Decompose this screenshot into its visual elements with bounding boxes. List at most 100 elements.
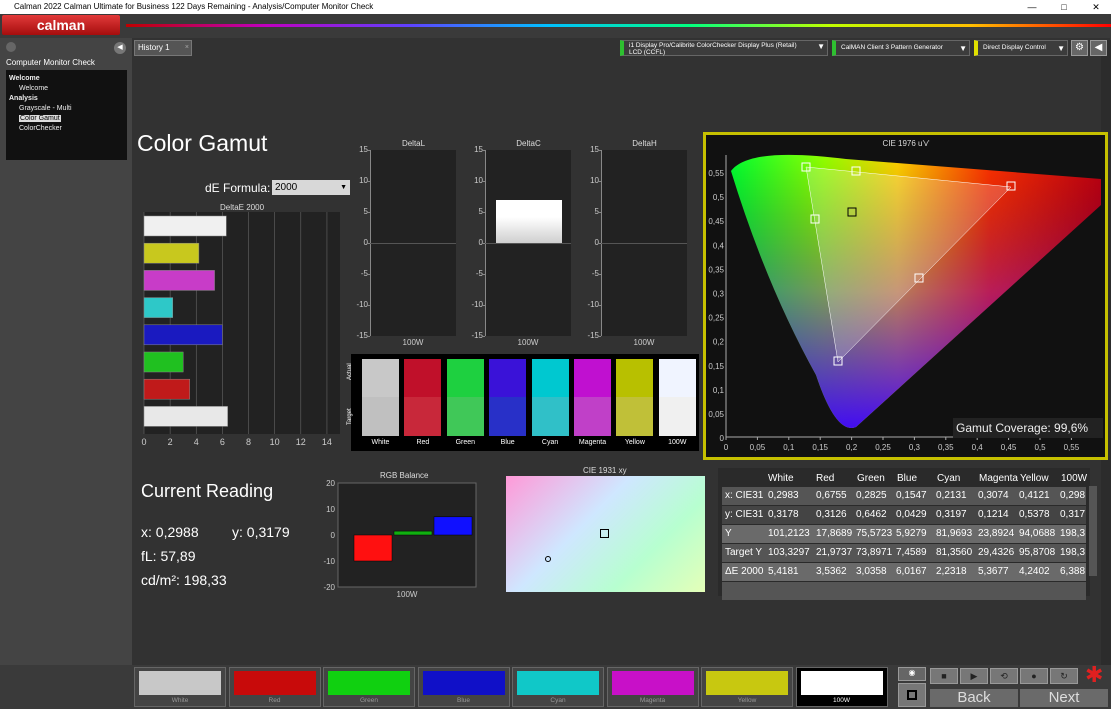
table-cell: 0,3126 <box>816 509 847 520</box>
table-row: ΔE 2000 5,4181 3,5362 3,0358 6,0167 2,2318 5,3… <box>722 563 1086 581</box>
patch-label: Green <box>359 697 379 704</box>
measured-point-marker <box>545 556 551 562</box>
play-icon[interactable]: ▶ <box>960 668 988 684</box>
table-cell: 95,8708 <box>1019 547 1056 558</box>
calman-logo[interactable]: calman <box>2 15 120 35</box>
table-header: Red <box>816 473 835 484</box>
patch-button-yellow[interactable]: Yellow <box>701 667 793 707</box>
asterisk-icon[interactable]: ✱ <box>1085 662 1103 688</box>
table-header: Green <box>857 473 885 484</box>
ytick <box>598 336 601 337</box>
zero-line <box>370 243 456 244</box>
ytick-label: 0,2 <box>713 338 725 347</box>
table-cell: 0,1214 <box>978 509 1009 520</box>
ytick <box>598 274 601 275</box>
ytick-label: -10 <box>323 557 335 566</box>
ytick <box>598 305 601 306</box>
chevron-down-icon: ▼ <box>959 44 967 53</box>
minimize-button[interactable]: — <box>1018 0 1046 14</box>
table-cell: 0,5378 <box>1019 509 1050 520</box>
patch-label: Cyan <box>550 697 566 704</box>
stop-read-icon[interactable]: ■ <box>930 668 958 684</box>
table-cell: 103,3297 <box>768 547 810 558</box>
table-row: Target Y 103,3297 21,9737 73,8971 7,4589 81,3… <box>722 544 1086 562</box>
swatch-actual-1 <box>404 359 442 397</box>
swatch-label: Green <box>455 439 476 446</box>
row-label: Target Y <box>725 547 763 558</box>
table-cell: 3,0358 <box>856 566 887 577</box>
display-selector[interactable]: Direct Display Control ▼ <box>974 40 1068 56</box>
generator-selector[interactable]: CalMAN Client 3 Pattern Generator ▼ <box>832 40 970 56</box>
xtick-label: 0,15 <box>812 443 828 452</box>
close-button[interactable]: ✕ <box>1082 0 1110 14</box>
collapse-panel-icon[interactable]: ◀ <box>1090 40 1107 56</box>
swatch-target-1 <box>404 397 442 436</box>
reading-fl: fL: 57,89 <box>141 548 196 564</box>
table-cell: 198,3 <box>1060 528 1086 539</box>
de-formula-select[interactable]: 2000 ▼ <box>272 180 350 195</box>
stop-button[interactable] <box>898 683 926 707</box>
xtick-label: 0,2 <box>846 443 858 452</box>
tree-item-color-gamut[interactable]: Color Gamut <box>19 115 61 122</box>
tab-history-1[interactable]: History 1 × <box>134 40 192 56</box>
patch-button-white[interactable]: White <box>134 667 226 707</box>
bar-blue <box>433 516 473 536</box>
table-cell: 0,4121 <box>1019 490 1050 501</box>
mini-chart-title: DeltaC <box>516 139 541 148</box>
patch-button-100w[interactable]: 100W <box>795 667 888 707</box>
collapse-sidebar-icon[interactable]: ◀ <box>114 42 126 54</box>
xtick-label: 0,35 <box>938 443 954 452</box>
patch-button-green[interactable]: Green <box>323 667 415 707</box>
refresh-icon[interactable]: ↻ <box>1050 668 1078 684</box>
ytick <box>367 305 370 306</box>
patch-button-magenta[interactable]: Magenta <box>606 667 699 707</box>
table-cell: 4,2402 <box>1019 566 1050 577</box>
logo-text: calman <box>36 17 86 33</box>
xtick-label: 8 <box>246 437 251 447</box>
xtick-label: 0,25 <box>875 443 891 452</box>
tree-item-grayscale[interactable]: Grayscale - Multi <box>9 104 124 114</box>
tab-close-icon[interactable]: × <box>185 41 189 55</box>
meter-selector[interactable]: i1 Display Pro/Calibrite ColorChecker Di… <box>620 40 828 56</box>
table-cell: 198,3 <box>1060 547 1086 558</box>
tree-item-colorchecker[interactable]: ColorChecker <box>9 124 124 134</box>
table-horizontal-scrollbar[interactable] <box>722 586 1086 595</box>
swatch-label: Blue <box>500 439 515 446</box>
ytick-label: 0,1 <box>713 386 725 395</box>
ytick-label: 0 <box>331 531 336 540</box>
swatch-target-7 <box>658 397 696 436</box>
bar-cyan <box>143 297 173 318</box>
back-button[interactable]: Back <box>930 689 1018 707</box>
eye-icon[interactable]: ◉ <box>898 667 926 681</box>
tree-item-welcome[interactable]: Welcome <box>9 84 124 94</box>
swatch-target-3 <box>489 397 527 436</box>
table-cell: 6,388 <box>1060 566 1086 577</box>
patch-color <box>517 671 599 695</box>
maximize-button[interactable]: □ <box>1050 0 1078 14</box>
tree-item-analysis-group[interactable]: Analysis <box>9 94 124 104</box>
tree-item-welcome-group[interactable]: Welcome <box>9 74 124 84</box>
patch-button-cyan[interactable]: Cyan <box>512 667 604 707</box>
gear-icon[interactable]: ⚙ <box>1071 40 1088 56</box>
table-row: x: CIE31 0,2983 0,6755 0,2825 0,1547 0,2131 0,… <box>722 487 1086 505</box>
loop-icon[interactable]: ⟲ <box>990 668 1018 684</box>
current-reading-title: Current Reading <box>141 481 274 501</box>
xaxis-label: 100W <box>517 338 539 347</box>
swatch-actual-6 <box>616 359 654 397</box>
xtick-label: 14 <box>322 437 332 447</box>
pin-icon[interactable] <box>6 42 16 52</box>
xtick-label: 0,3 <box>909 443 921 452</box>
de-formula-label: dE Formula: <box>205 181 271 195</box>
table-cell: 0,3074 <box>978 490 1009 501</box>
workflow-tree: Welcome Welcome Analysis Grayscale - Mul… <box>6 70 127 160</box>
table-vertical-scrollbar[interactable] <box>1089 486 1097 576</box>
table-row: y: CIE31 0,3178 0,3126 0,6462 0,0429 0,3197 0,… <box>722 506 1086 524</box>
generator-label: CalMAN Client 3 Pattern Generator <box>841 44 943 51</box>
patch-button-red[interactable]: Red <box>228 667 321 707</box>
patch-button-blue[interactable]: Blue <box>417 667 510 707</box>
record-icon[interactable]: ● <box>1020 668 1048 684</box>
reading-cd: cd/m²: 198,33 <box>141 572 227 588</box>
table-cell: 0,317 <box>1060 509 1086 520</box>
patch-label: White <box>171 697 189 704</box>
next-button[interactable]: Next <box>1020 689 1108 707</box>
